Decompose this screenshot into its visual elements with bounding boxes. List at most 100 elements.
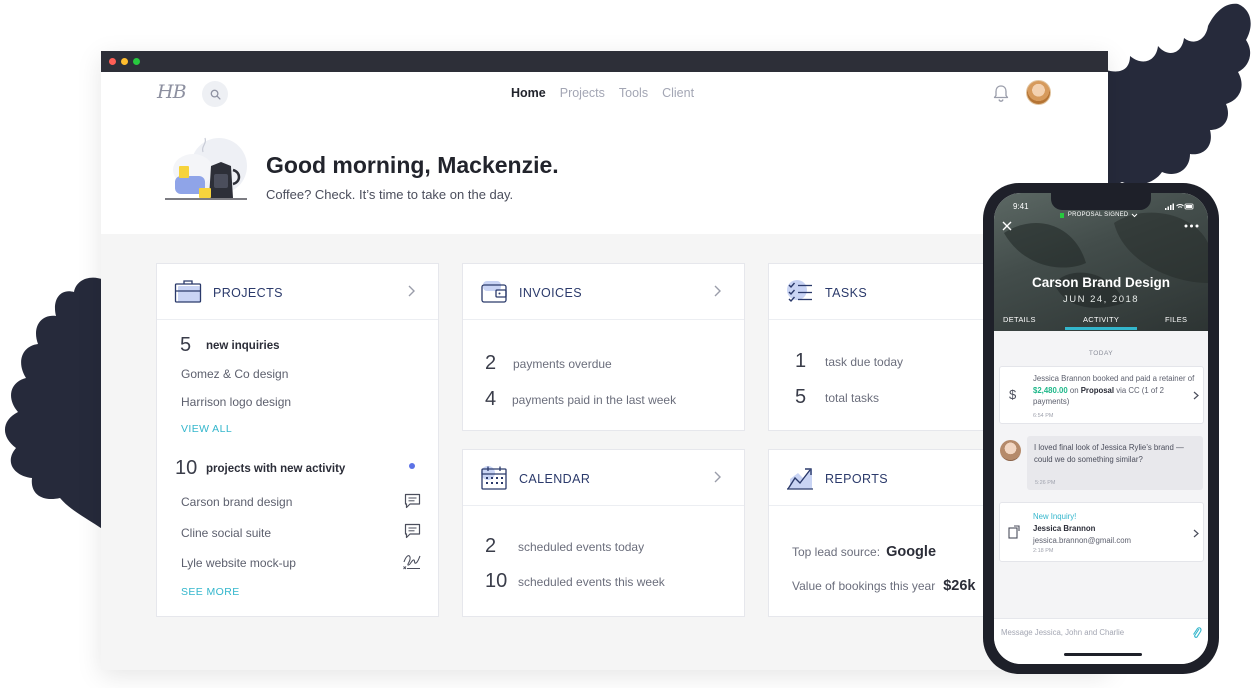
reports-card-title: REPORTS	[825, 472, 888, 486]
list-item[interactable]: Gomez & Co design	[181, 367, 288, 381]
stat-value: 1	[795, 350, 807, 372]
more-options-icon[interactable]	[1184, 224, 1199, 228]
nav-link-tools[interactable]: Tools	[619, 86, 648, 100]
total-tasks-stat[interactable]: 5 total tasks	[795, 386, 879, 409]
new-inquiries-count: 5	[180, 334, 192, 356]
calendar-card-title: CALENDAR	[519, 472, 591, 486]
chevron-right-icon[interactable]	[712, 284, 722, 298]
status-bar-time: 9:41	[1013, 202, 1029, 211]
stat-label: scheduled events this week	[518, 574, 665, 589]
events-today-stat[interactable]: 2 scheduled events today	[485, 535, 644, 558]
tab-details[interactable]: DETAILS	[1003, 315, 1036, 324]
stat-value: 2	[485, 352, 497, 374]
close-window-dot[interactable]	[109, 58, 116, 65]
bookings-value-amount: $26k	[943, 578, 976, 594]
minimize-window-dot[interactable]	[121, 58, 128, 65]
phone-screen: 9:41 PROPOSAL SIGNED Carson Brand Design…	[994, 193, 1208, 664]
message-composer[interactable]: Message Jessica, John and Charlie	[994, 618, 1208, 664]
calendar-card-header[interactable]: CALENDAR	[463, 450, 744, 506]
list-item[interactable]: Carson brand design	[181, 495, 292, 509]
main-nav-links: Home Projects Tools Client	[511, 86, 694, 100]
activity-date-divider: TODAY	[1088, 350, 1114, 357]
inquiry-client-email: jessica.brannon@gmail.com	[1033, 536, 1132, 545]
decorative-leaf-left	[4, 277, 104, 530]
inquiry-client-name: Jessica Brannon	[1033, 524, 1096, 533]
message-input[interactable]: Message Jessica, John and Charlie	[1001, 628, 1124, 637]
list-item[interactable]: Harrison logo design	[181, 395, 291, 409]
search-button[interactable]	[202, 81, 228, 107]
invoices-card: INVOICES 2 payments overdue 4 payments p…	[462, 263, 745, 431]
payment-amount: $2,480.00	[1033, 385, 1068, 395]
task-due-today-stat[interactable]: 1 task due today	[795, 350, 903, 373]
see-more-link[interactable]: SEE MORE	[181, 586, 240, 598]
proposal-status-label: PROPOSAL SIGNED	[1067, 212, 1129, 218]
nav-link-client[interactable]: Client	[662, 86, 694, 100]
new-inquiries-label: new inquiries	[206, 339, 280, 352]
stat-label: task due today	[825, 354, 904, 369]
nav-link-projects[interactable]: Projects	[560, 86, 605, 100]
stat-label: payments paid in the last week	[512, 392, 677, 407]
payment-document: Proposal	[1080, 385, 1115, 395]
new-inquiry-card[interactable]: New Inquiry! Jessica Brannon jessica.bra…	[999, 502, 1204, 562]
nav-link-home[interactable]: Home	[511, 86, 546, 100]
signature-icon[interactable]	[402, 552, 422, 571]
phone-notch	[1051, 193, 1151, 210]
active-tab-underline	[1065, 327, 1137, 330]
list-item[interactable]: Lyle website mock-up	[181, 556, 296, 570]
inquiry-time: 2:18 PM	[1033, 548, 1054, 554]
payments-overdue-stat[interactable]: 2 payments overdue	[485, 352, 612, 375]
payments-paid-stat[interactable]: 4 payments paid in the last week	[485, 388, 676, 411]
bell-icon[interactable]	[992, 84, 1010, 103]
bookings-value: Value of bookings this year $26k	[792, 578, 975, 594]
client-message-bubble[interactable]: I loved final look of Jessica Rylie’s br…	[1027, 436, 1203, 490]
payment-activity-card[interactable]: $ Jessica Brannon booked and paid a reta…	[999, 366, 1204, 424]
view-all-link[interactable]: VIEW ALL	[181, 423, 232, 435]
chevron-right-icon[interactable]	[406, 284, 416, 298]
unread-dot-indicator	[409, 463, 415, 469]
browser-titlebar	[101, 51, 1108, 72]
chevron-right-icon	[1193, 529, 1199, 538]
close-icon[interactable]	[1002, 221, 1012, 231]
events-week-stat[interactable]: 10 scheduled events this week	[485, 570, 665, 593]
tab-activity[interactable]: ACTIVITY	[1083, 315, 1119, 324]
new-activity-summary: 10 projects with new activity	[175, 457, 345, 480]
payment-activity-text: Jessica Brannon booked and paid a retain…	[1033, 373, 1195, 408]
list-item[interactable]: Cline social suite	[181, 526, 271, 540]
project-date: JUN 24, 2018	[1062, 294, 1140, 305]
invoices-card-header[interactable]: INVOICES	[463, 264, 744, 320]
payment-text-start: Jessica Brannon booked and paid a retain…	[1033, 374, 1195, 383]
new-inquiry-label: New Inquiry!	[1033, 512, 1077, 521]
search-icon	[210, 89, 221, 100]
maximize-window-dot[interactable]	[133, 58, 140, 65]
invoices-card-title: INVOICES	[519, 286, 582, 300]
top-navigation: HB Home Projects Tools Client	[101, 72, 1108, 116]
dollar-icon: $	[1009, 387, 1017, 402]
chat-icon[interactable]	[404, 493, 421, 509]
paperclip-icon[interactable]	[1192, 626, 1202, 639]
client-message-text: I loved final look of Jessica Rylie’s br…	[1034, 443, 1184, 464]
proposal-status-dropdown[interactable]: PROPOSAL SIGNED	[1060, 212, 1138, 219]
browser-window: HB Home Projects Tools Client Good morni…	[101, 51, 1108, 670]
top-lead-source-label: Top lead source:	[792, 545, 881, 559]
decorative-leaf-right	[1106, 3, 1251, 190]
tasks-card-title: TASKS	[825, 286, 868, 300]
stat-label: total tasks	[825, 390, 880, 405]
tab-files[interactable]: FILES	[1165, 315, 1187, 324]
greeting-subtitle: Coffee? Check. It’s time to take on the …	[266, 187, 514, 202]
chat-icon[interactable]	[404, 523, 421, 539]
client-message-time: 5:26 PM	[1035, 480, 1056, 486]
mobile-phone-mockup: 9:41 PROPOSAL SIGNED Carson Brand Design…	[983, 183, 1219, 674]
logo[interactable]: HB	[157, 81, 187, 103]
chevron-right-icon[interactable]	[712, 470, 722, 484]
projects-card-header[interactable]: PROJECTS	[157, 264, 438, 320]
projects-card: PROJECTS 5 new inquiries Gomez & Co desi…	[156, 263, 439, 617]
stat-value: 10	[485, 570, 508, 592]
top-lead-source-value: Google	[886, 544, 937, 560]
new-inquiries-summary: 5 new inquiries	[180, 334, 280, 357]
new-activity-count: 10	[175, 457, 198, 479]
calendar-card: CALENDAR 2 scheduled events today 10 sch…	[462, 449, 745, 617]
stat-value: 5	[795, 386, 807, 408]
avatar[interactable]	[1026, 80, 1051, 105]
stat-label: payments overdue	[513, 356, 612, 371]
client-avatar[interactable]	[1000, 440, 1021, 461]
